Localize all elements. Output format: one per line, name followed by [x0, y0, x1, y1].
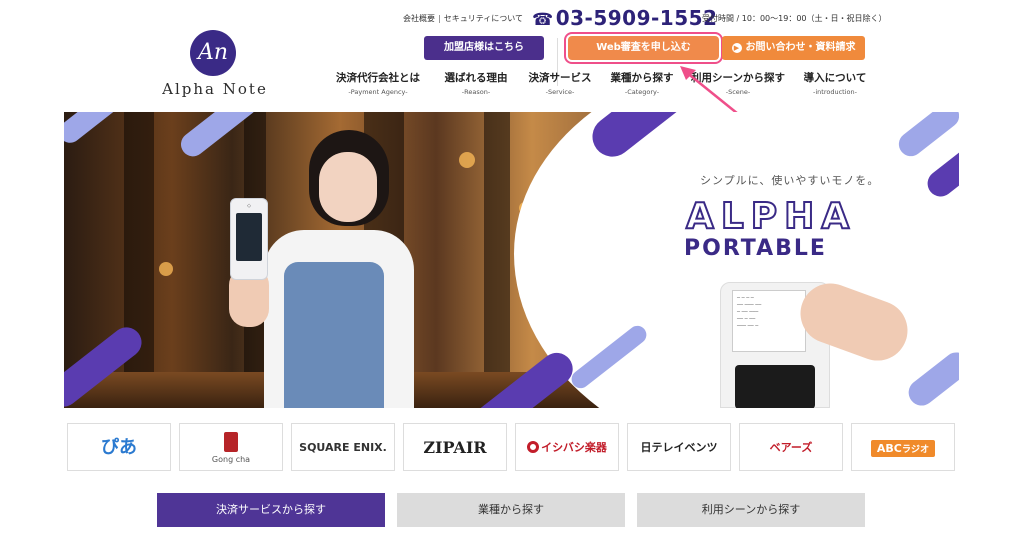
partner-logo-pia[interactable]: ぴあ	[67, 423, 171, 471]
partner-name: ABC	[876, 442, 902, 455]
nav-label: 選ばれる理由	[444, 72, 508, 84]
abc-badge: ABCラジオ	[870, 440, 936, 457]
hero-title-portable: PORTABLE	[684, 236, 827, 261]
ishibashi-mark-icon	[527, 441, 540, 453]
partner-logo-bears[interactable]: ベアーズ	[739, 423, 843, 471]
nav-label: 決済サービス	[528, 72, 592, 84]
nav-item-introduction[interactable]: 導入について -introduction-	[798, 70, 872, 96]
logo-mark: An	[190, 30, 236, 76]
hero-title-alpha: ALPHA	[685, 195, 857, 238]
tab-payment-service[interactable]: 決済サービスから探す	[157, 493, 385, 527]
receipt-image: ─ ─ ─ ─ ── ─── ── ─ ── ─── ── ─ ── ─── ── ─	[732, 290, 806, 352]
chevron-right-icon: ▶	[731, 43, 742, 53]
phone-number[interactable]: ☎ 03-5909-1552	[532, 6, 717, 30]
tab-scene[interactable]: 利用シーンから探す	[637, 493, 865, 527]
nav-sublabel: -Category-	[624, 88, 660, 96]
phone-icon: ☎	[532, 10, 554, 30]
nav-label: 業種から探す	[610, 72, 674, 84]
nav-label: 導入について	[803, 72, 867, 84]
site-logo[interactable]: An Alpha Note	[150, 28, 280, 100]
company-link[interactable]: 会社概要	[403, 13, 435, 24]
nav-sublabel: -Reason-	[461, 88, 491, 96]
tab-category[interactable]: 業種から探す	[397, 493, 625, 527]
partner-logo-gongcha[interactable]: Gong cha	[179, 423, 283, 471]
nav-item-payment-agency[interactable]: 決済代行会社とは -Payment Agency-	[330, 70, 426, 96]
phone-text: 03-5909-1552	[555, 6, 718, 30]
payment-terminal-image: ◇	[230, 198, 268, 280]
nav-item-category[interactable]: 業種から探す -Category-	[606, 70, 678, 96]
partner-logo-square-enix[interactable]: SQUARE ENIX.	[291, 423, 395, 471]
contact-button[interactable]: ▶ お問い合わせ・資料請求	[722, 36, 865, 60]
partner-logo-ishibashi[interactable]: イシバシ楽器	[515, 423, 619, 471]
link-separator: |	[438, 14, 441, 23]
business-hours: 受付時間 / 10：00～19：00（土・日・祝日除く）	[702, 14, 887, 23]
partner-logos: ぴあ Gong cha SQUARE ENIX. ZIPAIR イシバシ楽器 日…	[67, 423, 957, 473]
partner-logo-abc-radio[interactable]: ABCラジオ	[851, 423, 955, 471]
partner-name: Gong cha	[211, 455, 251, 464]
contact-button-label: お問い合わせ・資料請求	[745, 42, 856, 53]
nav-item-service[interactable]: 決済サービス -Service-	[524, 70, 596, 96]
nav-label: 決済代行会社とは	[336, 72, 420, 84]
gongcha-seal-icon	[224, 432, 238, 452]
logo-text: Alpha Note	[162, 80, 268, 98]
hero-banner[interactable]: ◇ シンプルに、使いやすいモノを。 ALPHA PORTABLE ─ ─ ─ ─…	[64, 112, 959, 408]
nav-sublabel: -Payment Agency-	[348, 88, 408, 96]
nav-sublabel: -Service-	[545, 88, 575, 96]
partner-logo-ntv-events[interactable]: 日テレイベンツ	[627, 423, 731, 471]
nav-item-reason[interactable]: 選ばれる理由 -Reason-	[440, 70, 512, 96]
partner-suffix: ラジオ	[901, 444, 930, 455]
partner-name: イシバシ楽器	[541, 441, 607, 454]
terminal-brand: ◇	[247, 203, 251, 209]
partner-logo-zipair[interactable]: ZIPAIR	[403, 423, 507, 471]
nav-sublabel: -introduction-	[813, 88, 857, 96]
web-review-button[interactable]: Web審査を申し込む	[568, 36, 719, 60]
hero-tagline: シンプルに、使いやすいモノを。	[700, 174, 880, 187]
member-store-button[interactable]: 加盟店様はこちら	[424, 36, 544, 60]
top-links: 会社概要 | セキュリティについて	[403, 13, 523, 24]
main-nav: 決済代行会社とは -Payment Agency- 選ばれる理由 -Reason…	[330, 70, 875, 100]
security-link[interactable]: セキュリティについて	[444, 13, 523, 24]
